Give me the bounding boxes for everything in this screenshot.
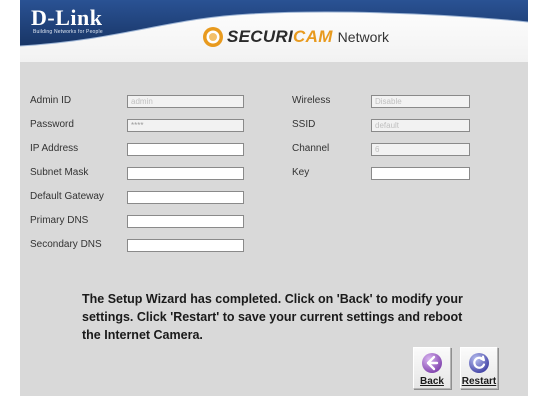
setup-panel: Admin ID admin Password **** IP Address … xyxy=(20,62,528,396)
restart-button-label: Restart xyxy=(461,376,497,387)
dlink-logo: D-Link xyxy=(31,5,103,30)
brand-prefix: SECURI xyxy=(227,27,294,46)
primary-dns-label: Primary DNS xyxy=(30,215,89,226)
wireless-label: Wireless xyxy=(292,95,331,106)
brand-suffix: Network xyxy=(337,29,390,45)
restart-button[interactable]: Restart xyxy=(460,347,498,389)
secondary-dns-label: Secondary DNS xyxy=(30,239,102,250)
back-button[interactable]: Back xyxy=(413,347,451,389)
back-arrow-icon xyxy=(422,353,442,373)
default-gateway-label: Default Gateway xyxy=(30,191,104,202)
camera-lens-icon xyxy=(203,27,223,47)
ip-address-field[interactable] xyxy=(127,143,244,156)
subnet-mask-field[interactable] xyxy=(127,167,244,180)
header: D-Link Building Networks for People SECU… xyxy=(20,0,528,62)
channel-field[interactable]: 6 xyxy=(371,143,470,156)
key-field[interactable] xyxy=(371,167,470,180)
primary-dns-field[interactable] xyxy=(127,215,244,228)
admin-id-label: Admin ID xyxy=(30,95,72,106)
password-field[interactable]: **** xyxy=(127,119,244,132)
back-button-label: Back xyxy=(420,376,444,387)
restart-icon xyxy=(469,353,489,373)
secondary-dns-field[interactable] xyxy=(127,239,244,252)
password-label: Password xyxy=(30,119,74,130)
admin-id-field[interactable]: admin xyxy=(127,95,244,108)
channel-label: Channel xyxy=(292,143,330,154)
securicam-brand: SECURI CAM Network xyxy=(202,25,389,49)
brand-highlight: CAM xyxy=(293,27,333,46)
wireless-field[interactable]: Disable xyxy=(371,95,470,108)
key-label: Key xyxy=(292,167,310,178)
ip-address-label: IP Address xyxy=(30,143,79,154)
ssid-field[interactable]: default xyxy=(371,119,470,132)
completion-message: The Setup Wizard has completed. Click on… xyxy=(82,292,463,342)
logo-tagline: Building Networks for People xyxy=(33,29,103,35)
subnet-mask-label: Subnet Mask xyxy=(30,167,89,178)
default-gateway-field[interactable] xyxy=(127,191,244,204)
ssid-label: SSID xyxy=(292,119,316,130)
